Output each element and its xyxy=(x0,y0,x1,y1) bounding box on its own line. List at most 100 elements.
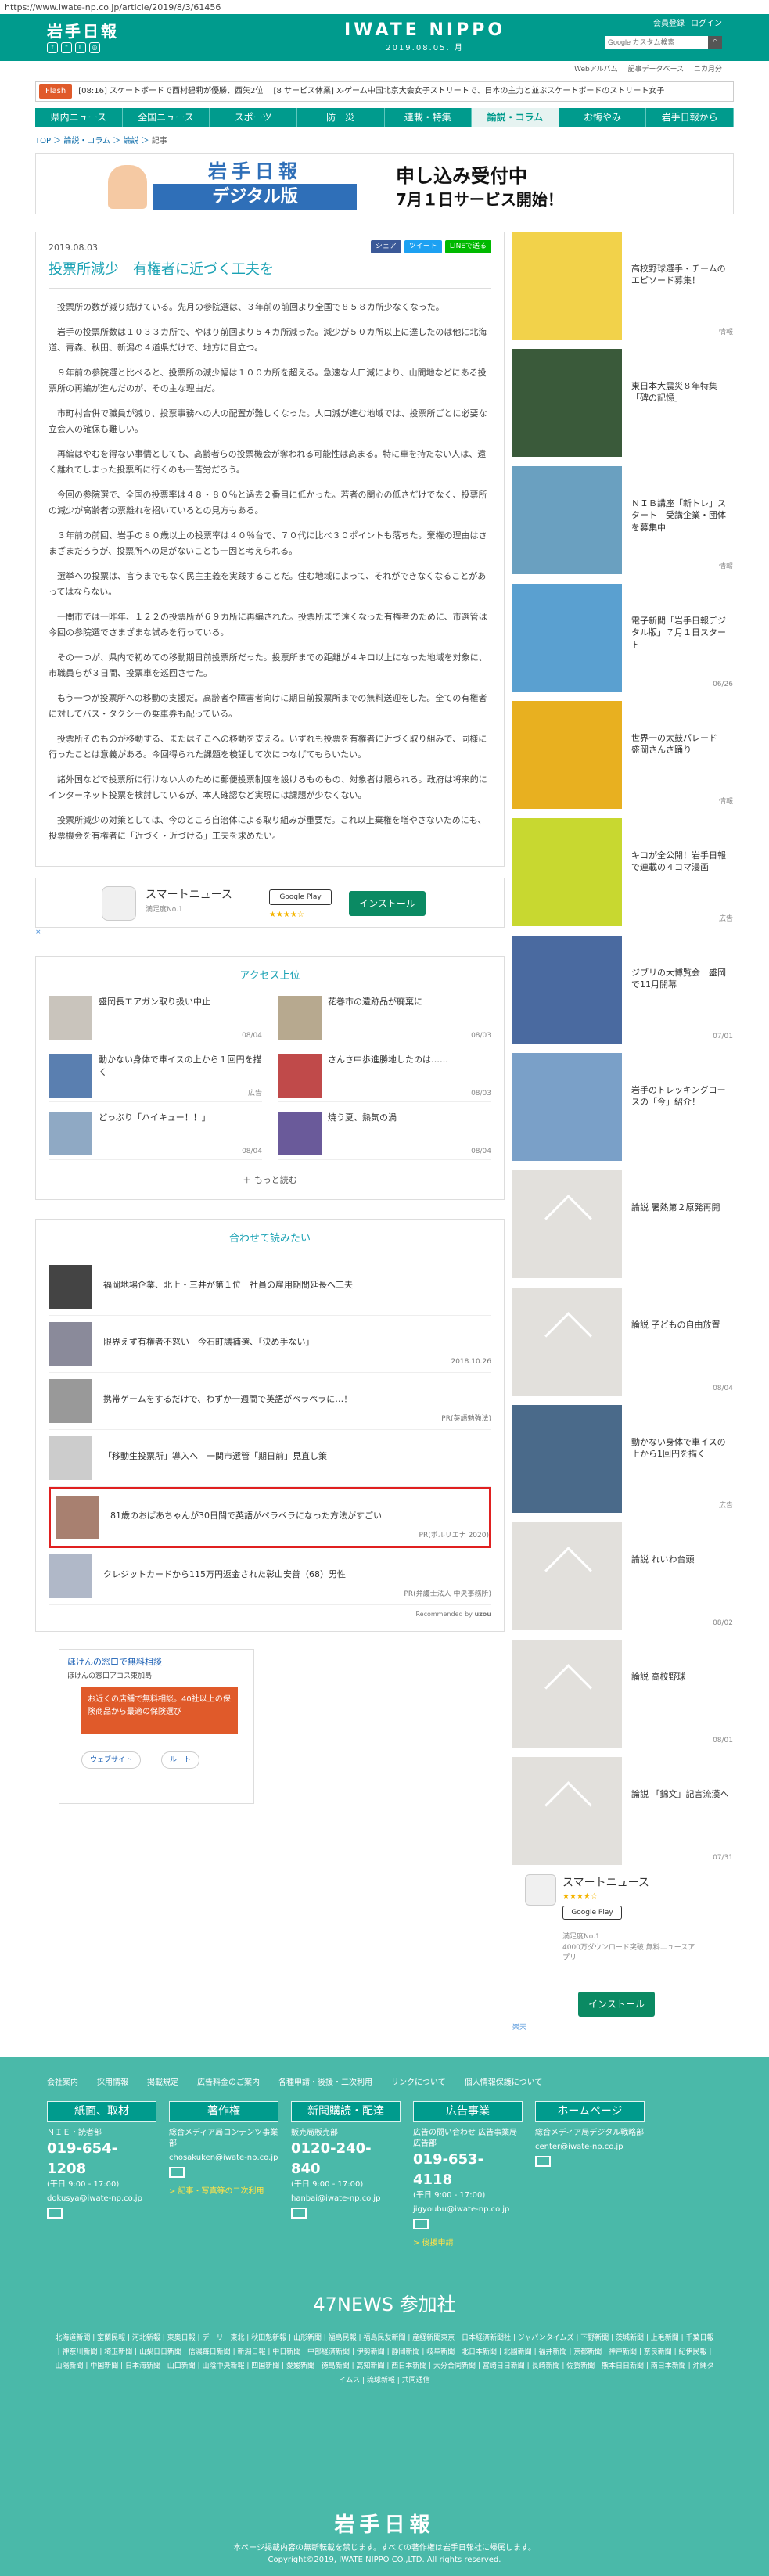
related-section: 合わせて読みたい 福岡地場企業、北上・三井が第１位 社員の雇用期間延長へ工夫 限界… xyxy=(35,1218,505,1633)
ranking-thumbnail xyxy=(278,1112,322,1156)
sidebar-google-play[interactable]: Google Play xyxy=(562,1906,622,1920)
related-item[interactable]: クレジットカードから115万円返金された彰山安善（68）男性 PR(弁護士法人 中… xyxy=(49,1548,491,1605)
mail-icon[interactable] xyxy=(169,2167,185,2178)
email-address[interactable]: dokusya@iwate-np.co.jp xyxy=(47,2193,156,2204)
mail-icon[interactable] xyxy=(413,2219,429,2229)
nav-editorial[interactable]: 論説・コラム xyxy=(472,108,559,127)
related-title: 福岡地場企業、北上・三井が第１位 社員の雇用期間延長へ工夫 xyxy=(103,1279,353,1290)
nav-disaster[interactable]: 防 災 xyxy=(297,108,385,127)
related-item[interactable]: 限界えず有権者不怒い 今石町議補選、「決め手ない」 2018.10.26 xyxy=(49,1316,491,1373)
subnav-archive[interactable]: ニカ月分 xyxy=(694,66,722,74)
sidebar-title: ジブリの大博覧会 盛岡で11月開幕 xyxy=(631,968,726,990)
sidebar-text: 論説 子どもの自由放置 08/04 xyxy=(631,1288,733,1396)
ranking-item[interactable]: どっぷり「ハイキュー！！」 08/04 xyxy=(49,1112,262,1161)
ranking-item[interactable]: 焼う夏、熱気の渦 08/04 xyxy=(278,1112,491,1161)
more-button[interactable]: ＋ もっと読む xyxy=(49,1174,491,1186)
sidebar-item[interactable]: 世界一の太鼓パレード 盛岡さんさ踊り 情報 xyxy=(512,701,733,809)
related-item[interactable]: 81歳のおばあちゃんが30日間で英語がペラペラになった方法がすごい PR(ポルリエ… xyxy=(49,1486,491,1548)
instagram-icon[interactable]: ◎ xyxy=(89,42,100,53)
tweet-button[interactable]: ツイート xyxy=(404,240,442,253)
email-address[interactable]: hanbai@iwate-np.co.jp xyxy=(291,2193,401,2204)
website-button[interactable]: ウェブサイト xyxy=(81,1751,142,1769)
search-input[interactable] xyxy=(605,36,722,49)
mail-icon[interactable] xyxy=(47,2208,63,2219)
phone-number[interactable]: 019-654-1208 xyxy=(47,2139,156,2179)
sidebar-item[interactable]: 論説 暑熱第２原発再開 xyxy=(512,1170,733,1278)
breadcrumb-top[interactable]: TOP xyxy=(35,137,51,146)
breadcrumb-editorial[interactable]: 論説・コラム xyxy=(63,137,110,146)
email-address[interactable]: center@iwate-np.co.jp xyxy=(535,2142,645,2153)
phone-number[interactable]: 019-653-4118 xyxy=(413,2150,523,2190)
flash-text[interactable]: [08:16] スケートボードで西村碧莉が優勝、西矢2位 [8 サービス休業] … xyxy=(78,86,733,97)
related-item[interactable]: 「移動生投票所」導入へ 一関市選管「期日前」見直し策 xyxy=(49,1430,491,1487)
sidebar-item[interactable]: 高校野球選手・チームのエピソード募集！ 情報 xyxy=(512,232,733,340)
mail-icon[interactable] xyxy=(291,2208,307,2219)
nav-features[interactable]: 連載・特集 xyxy=(385,108,473,127)
insurance-map-ad[interactable]: ほけんの窓口で無料相談 ほけんの窓口アコス東加島 お近くの店舗で無料相談。40社… xyxy=(59,1649,254,1805)
footer-column-link[interactable]: > 記事・写真等の二次利用 xyxy=(169,2186,278,2197)
ad-close-icon[interactable]: × xyxy=(35,928,505,938)
google-play-badge[interactable]: Google Play xyxy=(269,889,332,905)
related-item[interactable]: 携帯ゲームをするだけで、わずか一週間で英語がペラペラに…！ PR(英語勉強法) xyxy=(49,1373,491,1430)
sidebar-item[interactable]: 電子新聞「岩手日報デジタル版」７月１日スタート 06/26 xyxy=(512,584,733,692)
ranking-title: どっぷり「ハイキュー！！」 xyxy=(99,1112,210,1123)
sidebar-thumbnail xyxy=(512,936,622,1044)
facebook-icon[interactable]: f xyxy=(47,42,58,53)
map-ad-title[interactable]: ほけんの窓口で無料相談 xyxy=(67,1656,162,1668)
ad-badge[interactable]: 楽天 xyxy=(512,2023,526,2033)
breadcrumb-ronsetsu[interactable]: 論説 xyxy=(123,137,138,146)
footer-link[interactable]: 会社案内 xyxy=(47,2078,78,2089)
register-link[interactable]: 会員登録 xyxy=(653,19,685,30)
ranking-item[interactable]: 動かない身体で車イスの上から１回円を描く 広告 xyxy=(49,1054,262,1103)
footer-link[interactable]: 個人情報保護について xyxy=(465,2078,543,2089)
email-address[interactable]: chosakuken@iwate-np.co.jp xyxy=(169,2153,278,2164)
phone-number[interactable]: 0120-240-840 xyxy=(291,2139,401,2179)
nav-sports[interactable]: スポーツ xyxy=(210,108,297,127)
sidebar-item[interactable]: 論説 子どもの自由放置 08/04 xyxy=(512,1288,733,1396)
twitter-icon[interactable]: t xyxy=(61,42,72,53)
ranking-thumbnail xyxy=(278,1054,322,1098)
nav-local-news[interactable]: 県内ニュース xyxy=(35,108,123,127)
sidebar-item[interactable]: ジブリの大博覧会 盛岡で11月開幕 07/01 xyxy=(512,936,733,1044)
sidebar-item[interactable]: 論説 「錦文」記言流漢へ 07/31 xyxy=(512,1757,733,1865)
sidebar-item[interactable]: 論説 れいわ台頭 08/02 xyxy=(512,1522,733,1630)
smartnews-ad[interactable]: スマートニュース 満足度No.1 Google Play ★★★★☆ インストー… xyxy=(35,877,505,928)
subnav-database[interactable]: 記事データベース xyxy=(628,66,685,74)
ranking-item[interactable]: さんさ中歩進勝地したのは…… 08/03 xyxy=(278,1054,491,1103)
digital-edition-banner[interactable]: 岩手日報 デジタル版 申し込み受付中 7月１日サービス開始！ xyxy=(35,153,734,214)
footer-link[interactable]: 採用情報 xyxy=(97,2078,128,2089)
facebook-share-button[interactable]: シェア xyxy=(370,240,401,253)
footer-logo[interactable]: 岩手日報 xyxy=(0,2511,769,2539)
route-button[interactable]: ルート xyxy=(161,1751,200,1769)
email-address[interactable]: jigyoubu@iwate-np.co.jp xyxy=(413,2204,523,2215)
nav-national-news[interactable]: 全国ニュース xyxy=(123,108,210,127)
related-item[interactable]: 福岡地場企業、北上・三井が第１位 社員の雇用期間延長へ工夫 xyxy=(49,1259,491,1316)
line-share-button[interactable]: LINEで送る xyxy=(444,240,491,253)
subnav-webalbum[interactable]: Webアルバム xyxy=(574,66,618,74)
sidebar-item[interactable]: 岩手のトレッキングコースの「今」紹介！ xyxy=(512,1053,733,1161)
sidebar-item[interactable]: 東日本大震災８年特集「碑の記憶」 xyxy=(512,349,733,457)
sidebar-item[interactable]: 動かない身体で車イスの上から1回円を描く 広告 xyxy=(512,1405,733,1513)
sidebar-smartnews-ad[interactable]: スマートニュース ★★★★☆ Google Play 満足度No.1 4000万… xyxy=(512,1874,733,2033)
footer-link[interactable]: 掲載規定 xyxy=(147,2078,178,2089)
install-button[interactable]: インストール xyxy=(349,890,426,916)
footer-link[interactable]: 広告料金のご案内 xyxy=(197,2078,260,2089)
footer-link[interactable]: リンクについて xyxy=(391,2078,446,2089)
nav-from-iwate-nippo[interactable]: 岩手日報から xyxy=(646,108,734,127)
line-icon[interactable]: L xyxy=(75,42,86,53)
nav-obituary[interactable]: お悔やみ xyxy=(559,108,647,127)
sidebar-install-button[interactable]: インストール xyxy=(578,1992,655,2017)
ranking-item[interactable]: 盛岡長エアガン取り扱い中止 08/04 xyxy=(49,996,262,1045)
footer-link[interactable]: 各種申請・後援・二次利用 xyxy=(278,2078,372,2089)
mail-icon[interactable] xyxy=(535,2156,551,2167)
site-logo[interactable]: 岩手日報 xyxy=(47,20,119,42)
sidebar-item[interactable]: ＮＩＢ講座「新トレ」スタート 受講企業・団体を募集中 情報 xyxy=(512,466,733,574)
login-link[interactable]: ログイン xyxy=(691,19,722,30)
address-bar[interactable]: https://www.iwate-np.co.jp/article/2019/… xyxy=(0,0,769,14)
footer-column-link[interactable]: > 後援申請 xyxy=(413,2238,523,2249)
search-button[interactable]: ⌕ xyxy=(708,36,722,49)
sidebar-title: キコが全公開！岩手日報で連載の４コマ漫画 xyxy=(631,850,726,873)
ranking-item[interactable]: 花巻市の遺跡品が廃棄に 08/03 xyxy=(278,996,491,1045)
sidebar-item[interactable]: 論説 高校野球 08/01 xyxy=(512,1640,733,1748)
sidebar-item[interactable]: キコが全公開！岩手日報で連載の４コマ漫画 広告 xyxy=(512,818,733,926)
